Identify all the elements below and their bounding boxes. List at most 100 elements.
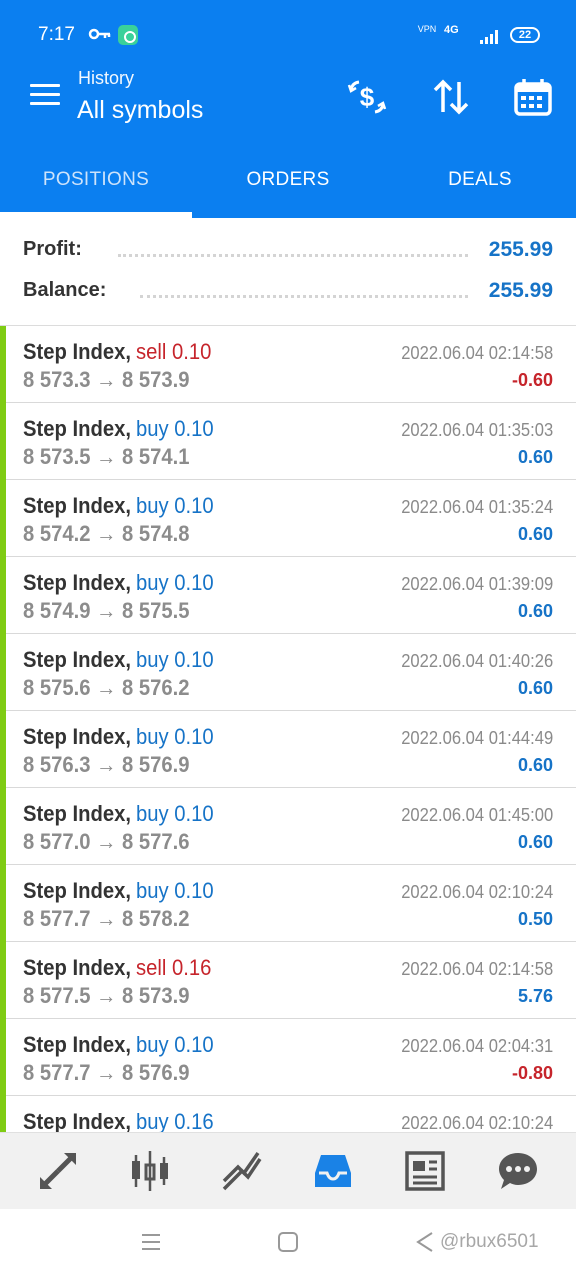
- dotted-leader: [140, 295, 468, 298]
- position-row[interactable]: Step Index, buy 0.10 2022.06.04 01:35:03 8 …: [0, 403, 576, 480]
- recent-apps-icon[interactable]: [140, 1231, 162, 1253]
- profit-value: -0.80: [511, 1063, 553, 1083]
- position-row[interactable]: Step Index, buy 0.10 2022.06.04 01:44:49 8 …: [0, 711, 576, 788]
- row-indicator-bar: [0, 865, 6, 942]
- chart-candles-icon[interactable]: [128, 1149, 172, 1193]
- position-row[interactable]: Step Index, sell 0.10 2022.06.04 02:14:58 8…: [0, 326, 576, 403]
- menu-icon[interactable]: [30, 84, 60, 106]
- profit-value: 255.99: [488, 238, 553, 261]
- trade-side-volume: sell 0.16: [136, 955, 212, 980]
- price-range: 8 576.3 → 8 576.9: [23, 752, 190, 777]
- key-icon: [88, 28, 111, 40]
- price-range: 8 574.9 → 8 575.5: [23, 598, 190, 623]
- home-icon[interactable]: [277, 1231, 299, 1253]
- summary-panel: Profit: 255.99 Balance: 255.99: [0, 218, 576, 326]
- symbol-name: Step Index,: [23, 493, 131, 518]
- row-indicator-bar: [0, 788, 6, 865]
- symbol-name: Step Index,: [23, 955, 131, 980]
- position-row[interactable]: Step Index, buy 0.10 2022.06.04 02:04:31 8 …: [0, 1019, 576, 1096]
- dotted-leader: [118, 254, 468, 257]
- tab-orders[interactable]: ORDERS: [192, 140, 384, 218]
- price-range: 8 573.3 → 8 573.9: [23, 367, 190, 392]
- trade-chart-icon[interactable]: [220, 1149, 264, 1193]
- trade-time: 2022.06.04 01:44:49: [401, 728, 553, 748]
- profit-value: 0.60: [517, 678, 553, 698]
- signal-icon: [480, 30, 500, 44]
- row-indicator-bar: [0, 634, 6, 711]
- position-row[interactable]: Step Index, buy 0.16 2022.06.04 02:10:24: [0, 1096, 576, 1132]
- price-range: 8 577.0 → 8 577.6: [23, 829, 190, 854]
- row-indicator-bar: [0, 711, 6, 788]
- sort-icon[interactable]: [430, 76, 472, 118]
- trade-time: 2022.06.04 01:45:00: [401, 805, 553, 825]
- trade-side-volume: buy 0.16: [136, 1109, 214, 1132]
- profit-value: 0.60: [517, 755, 553, 775]
- battery-icon: 22: [510, 27, 540, 43]
- symbol-name: Step Index,: [23, 339, 131, 364]
- network-type: 4G: [444, 24, 459, 36]
- history-inbox-icon[interactable]: [311, 1149, 355, 1193]
- trade-side-volume: buy 0.10: [136, 801, 214, 826]
- svg-text:$: $: [360, 82, 375, 112]
- trade-side-volume: buy 0.10: [136, 724, 214, 749]
- trade-time: 2022.06.04 02:14:58: [401, 343, 553, 363]
- vpn-icon: VPN: [417, 24, 437, 34]
- trade-time: 2022.06.04 01:39:09: [401, 574, 553, 594]
- position-row[interactable]: Step Index, buy 0.10 2022.06.04 01:39:09 8 …: [0, 557, 576, 634]
- profit-label: Profit:: [23, 238, 82, 260]
- profit-value: -0.60: [511, 370, 553, 390]
- tab-deals[interactable]: DEALS: [384, 140, 576, 218]
- profit-value: 0.60: [517, 601, 553, 621]
- price-range: 8 577.5 → 8 573.9: [23, 983, 190, 1008]
- app-notification-icon: [118, 25, 138, 45]
- position-row[interactable]: Step Index, buy 0.10 2022.06.04 02:10:24 8 …: [0, 865, 576, 942]
- position-row[interactable]: Step Index, buy 0.10 2022.06.04 01:45:00 8 …: [0, 788, 576, 865]
- trade-side-volume: buy 0.10: [136, 878, 214, 903]
- trade-time: 2022.06.04 01:35:03: [401, 420, 553, 440]
- profit-row: Profit: 255.99: [0, 238, 576, 268]
- price-range: 8 575.6 → 8 576.2: [23, 675, 190, 700]
- row-indicator-bar: [0, 942, 6, 1019]
- profit-value: 5.76: [517, 986, 553, 1006]
- trade-time: 2022.06.04 02:10:24: [401, 1113, 553, 1132]
- symbol-name: Step Index,: [23, 724, 131, 749]
- trade-side-volume: sell 0.10: [136, 339, 212, 364]
- trade-side-volume: buy 0.10: [136, 493, 214, 518]
- row-indicator-bar: [0, 480, 6, 557]
- quotes-arrows-icon[interactable]: [36, 1149, 80, 1193]
- row-indicator-bar: [0, 557, 6, 634]
- tab-bar: POSITIONS ORDERS DEALS: [0, 140, 576, 218]
- symbol-name: Step Index,: [23, 647, 131, 672]
- trade-time: 2022.06.04 01:40:26: [401, 651, 553, 671]
- currency-exchange-icon[interactable]: $: [346, 76, 388, 118]
- row-indicator-bar: [0, 1019, 6, 1096]
- profit-value: 0.60: [517, 832, 553, 852]
- back-icon[interactable]: [414, 1231, 436, 1253]
- price-range: 8 577.7 → 8 578.2: [23, 906, 190, 931]
- trade-time: 2022.06.04 02:14:58: [401, 959, 553, 979]
- row-indicator-bar: [0, 403, 6, 480]
- status-time: 7:17: [38, 24, 75, 45]
- tab-positions[interactable]: POSITIONS: [0, 140, 192, 218]
- position-row[interactable]: Step Index, buy 0.10 2022.06.04 01:40:26 8 …: [0, 634, 576, 711]
- symbol-name: Step Index,: [23, 878, 131, 903]
- trade-side-volume: buy 0.10: [136, 1032, 214, 1057]
- positions-list[interactable]: Step Index, sell 0.10 2022.06.04 02:14:58 8…: [0, 326, 576, 1132]
- page-title[interactable]: All symbols: [77, 96, 203, 125]
- profit-value: 0.60: [517, 447, 553, 467]
- balance-label: Balance:: [23, 279, 107, 301]
- symbol-name: Step Index,: [23, 416, 131, 441]
- position-row[interactable]: Step Index, buy 0.10 2022.06.04 01:35:24 8 …: [0, 480, 576, 557]
- trade-side-volume: buy 0.10: [136, 416, 214, 441]
- row-indicator-bar: [0, 326, 6, 403]
- symbol-name: Step Index,: [23, 1032, 131, 1057]
- news-icon[interactable]: [403, 1149, 447, 1193]
- price-range: 8 573.5 → 8 574.1: [23, 444, 190, 469]
- trade-time: 2022.06.04 01:35:24: [401, 497, 553, 517]
- position-row[interactable]: Step Index, sell 0.16 2022.06.04 02:14:58 8…: [0, 942, 576, 1019]
- app-bar: History All symbols $: [0, 62, 576, 140]
- trade-side-volume: buy 0.10: [136, 570, 214, 595]
- chat-icon[interactable]: [496, 1149, 540, 1193]
- calendar-icon[interactable]: [512, 76, 554, 118]
- profit-value: 0.60: [517, 524, 553, 544]
